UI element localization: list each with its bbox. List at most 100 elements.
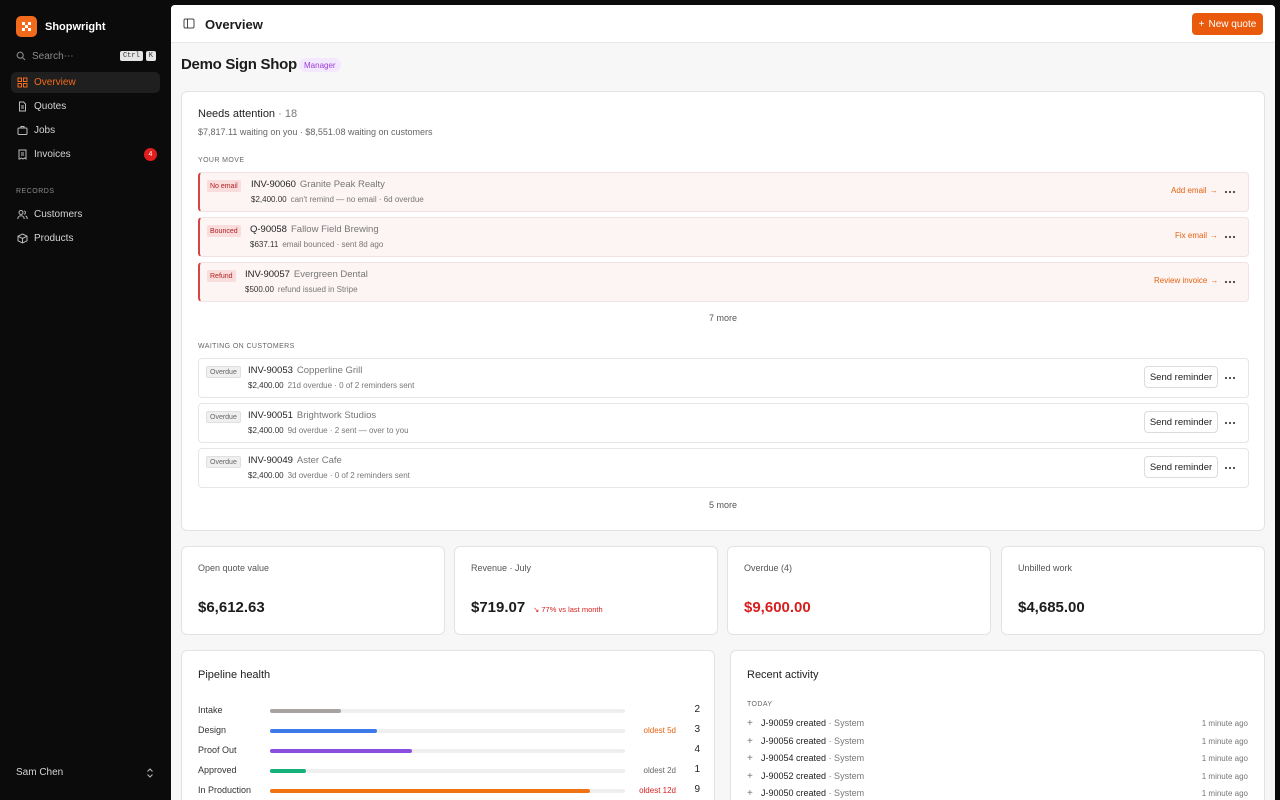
stage-oldest: oldest 12d	[639, 786, 676, 795]
stage-oldest: oldest 2d	[643, 766, 676, 775]
stage-count: 1	[694, 764, 700, 775]
plus-icon: +	[747, 770, 753, 782]
needs-attention-summary: $7,817.11 waiting on you · $8,551.08 wai…	[198, 127, 433, 137]
row-detail: $2,400.00 21d overdue · 0 of 2 reminders …	[248, 381, 414, 390]
user-menu[interactable]: Sam Chen	[16, 767, 154, 778]
arrow-right-icon: →	[1210, 276, 1219, 285]
activity-item[interactable]: + J-90059 created · System 1 minute ago	[747, 717, 1248, 731]
row-id: Q-90058	[250, 224, 287, 235]
fix-email-link[interactable]: Fix email →	[1175, 231, 1218, 240]
attention-row[interactable]: No email INV-90060 Granite Peak Realty $2…	[198, 172, 1249, 212]
review-invoice-link[interactable]: Review invoice →	[1154, 276, 1218, 285]
row-customer: Granite Peak Realty	[299, 179, 385, 190]
invoices-count-badge: 4	[144, 148, 157, 161]
trend-text: 77% vs last month	[541, 605, 603, 614]
sidebar-item-label: Products	[34, 233, 74, 244]
sidebar-toggle-icon[interactable]	[183, 18, 195, 29]
add-email-link[interactable]: Add email →	[1171, 186, 1218, 195]
row-amount: $2,400.00	[251, 195, 287, 204]
attention-row[interactable]: Bounced Q-90058 Fallow Field Brewing $637…	[198, 217, 1249, 257]
row-customer: Fallow Field Brewing	[290, 224, 379, 235]
sidebar-item-invoices[interactable]: Invoices 4	[11, 144, 160, 165]
waiting-row[interactable]: Overdue INV-90051 Brightwork Studios $2,4…	[198, 403, 1249, 443]
row-detail: $500.00 refund issued in Stripe	[245, 285, 358, 294]
your-move-more-link[interactable]: 7 more	[182, 313, 1264, 323]
role-badge: Manager	[299, 58, 341, 72]
row-detail-text: email bounced · sent 8d ago	[282, 240, 384, 249]
waiting-on-customers-label: WAITING ON CUSTOMERS	[198, 343, 295, 350]
new-quote-label: New quote	[1208, 18, 1257, 30]
stat-card-revenue[interactable]: Revenue · July $719.07 ↘ 77% vs last mon…	[454, 546, 718, 635]
pipeline-stage-proof-out[interactable]: Proof Out 4	[198, 744, 700, 758]
more-icon[interactable]	[1224, 187, 1236, 197]
send-reminder-button[interactable]: Send reminder	[1144, 366, 1218, 388]
plus-icon: +	[747, 753, 753, 764]
more-icon[interactable]	[1224, 373, 1236, 383]
arrow-right-icon: →	[1210, 231, 1219, 240]
sidebar-item-customers[interactable]: Customers	[11, 204, 160, 225]
send-reminder-button[interactable]: Send reminder	[1144, 411, 1218, 433]
main-content: Overview + New quote Demo Sign Shop Mana…	[171, 5, 1275, 800]
shopwright-logo-icon	[16, 16, 37, 37]
row-detail: $637.11 email bounced · sent 8d ago	[250, 240, 383, 249]
row-id: INV-90053	[248, 365, 293, 376]
status-badge: Bounced	[207, 225, 241, 237]
sidebar-item-jobs[interactable]: Jobs	[11, 120, 160, 141]
activity-item[interactable]: + J-90052 created · System 1 minute ago	[747, 770, 1248, 784]
stage-progress-fill	[270, 789, 590, 793]
pipeline-stage-design[interactable]: Design oldest 5d 3	[198, 724, 700, 738]
stat-card-open-quote-value[interactable]: Open quote value $6,612.63	[181, 546, 445, 635]
new-quote-button[interactable]: + New quote	[1192, 13, 1263, 35]
needs-attention-card: Needs attention · 18 $7,817.11 waiting o…	[181, 91, 1265, 531]
pipeline-stage-approved[interactable]: Approved oldest 2d 1	[198, 764, 700, 778]
send-reminder-button[interactable]: Send reminder	[1144, 456, 1218, 478]
sidebar-item-label: Jobs	[34, 125, 56, 136]
activity-event: J-90056 created	[761, 735, 827, 746]
waiting-more-link[interactable]: 5 more	[182, 500, 1264, 510]
activity-item[interactable]: + J-90050 created · System 1 minute ago	[747, 787, 1248, 800]
stage-progress-track	[270, 729, 625, 733]
activity-item[interactable]: + J-90056 created · System 1 minute ago	[747, 735, 1248, 749]
sidebar-item-quotes[interactable]: Quotes	[11, 96, 160, 117]
search-placeholder: Search⋯	[32, 50, 74, 62]
pipeline-stage-intake[interactable]: Intake 2	[198, 704, 700, 718]
row-customer: Aster Cafe	[296, 455, 342, 466]
waiting-row[interactable]: Overdue INV-90053 Copperline Grill $2,400…	[198, 358, 1249, 398]
row-detail-text: 3d overdue · 0 of 2 reminders sent	[287, 471, 410, 480]
waiting-row[interactable]: Overdue INV-90049 Aster Cafe $2,400.00 3d …	[198, 448, 1249, 488]
brand[interactable]: Shopwright	[16, 16, 106, 37]
activity-text: J-90056 created · System	[761, 736, 864, 746]
pipeline-stage-in-production[interactable]: In Production oldest 12d 9	[198, 784, 700, 798]
grid-icon	[17, 77, 28, 88]
activity-actor: · System	[828, 735, 865, 746]
plus-icon: +	[747, 735, 753, 747]
revenue-trend: ↘ 77% vs last month	[533, 605, 603, 614]
attention-row[interactable]: Refund INV-90057 Evergreen Dental $500.00…	[198, 262, 1249, 302]
row-amount: $2,400.00	[248, 381, 284, 390]
receipt-icon	[18, 149, 27, 160]
sidebar-item-label: Quotes	[34, 101, 67, 112]
sidebar-item-overview[interactable]: Overview	[11, 72, 160, 93]
your-move-label: YOUR MOVE	[198, 157, 245, 164]
more-icon[interactable]	[1224, 418, 1236, 428]
sidebar-item-products[interactable]: Products	[11, 228, 160, 249]
stat-card-unbilled-work[interactable]: Unbilled work $4,685.00	[1001, 546, 1265, 635]
stat-card-overdue[interactable]: Overdue (4) $9,600.00	[727, 546, 991, 635]
more-icon[interactable]	[1224, 277, 1236, 287]
activity-item[interactable]: + J-90054 created · System 1 minute ago	[747, 752, 1248, 766]
action-label: Add email	[1171, 186, 1207, 195]
plus-icon: +	[747, 718, 753, 729]
row-customer: Brightwork Studios	[296, 410, 377, 421]
stat-label: Unbilled work	[1018, 563, 1073, 573]
sidebar-item-label: Customers	[34, 209, 83, 220]
row-customer: Copperline Grill	[296, 365, 363, 376]
stage-count: 9	[694, 784, 700, 795]
search-input[interactable]: Search⋯ Ctrl K	[16, 49, 156, 63]
search-icon	[16, 51, 26, 61]
page-title: Overview	[205, 17, 263, 32]
activity-actor: · System	[828, 788, 865, 798]
stage-progress-fill	[270, 749, 412, 753]
more-icon[interactable]	[1224, 463, 1236, 473]
more-icon[interactable]	[1224, 232, 1236, 242]
status-badge: Overdue	[206, 456, 241, 468]
